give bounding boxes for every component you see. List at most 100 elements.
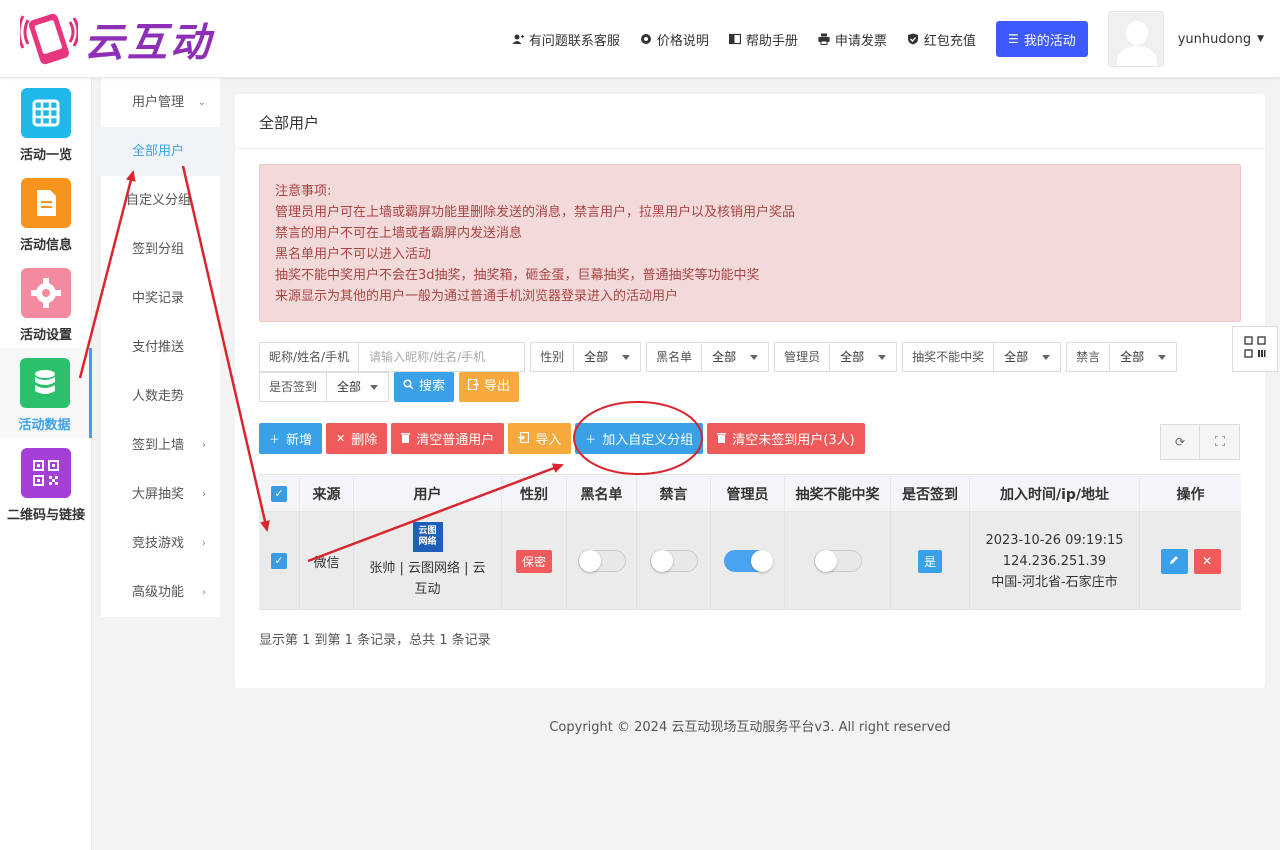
select-all-checkbox[interactable]: ✓ <box>271 485 287 502</box>
qrcode-icon <box>1244 336 1266 362</box>
submenu-advanced[interactable]: 高级功能 › <box>101 568 220 617</box>
main-card: 全部用户 注意事项: 管理员用户可在上墙或霸屏功能里删除发送的消息，禁言用户，拉… <box>235 94 1265 688</box>
delete-button-label: 删除 <box>351 433 378 448</box>
refresh-icon: ⟳ <box>1174 435 1186 449</box>
notice-line: 禁言的用户不可在上墙或者霸屏内发送消息 <box>275 226 523 241</box>
add-button[interactable]: ＋ 新增 <box>259 423 323 454</box>
admin-cell <box>711 512 785 610</box>
notice-line: 来源显示为其他的用户一般为通过普通手机浏览器登录进入的活动用户 <box>275 289 679 304</box>
help-manual-label: 帮助手册 <box>745 33 798 49</box>
admin-select[interactable]: 全部 <box>829 342 898 372</box>
user-menu[interactable]: yunhudong ▼ <box>1178 32 1264 47</box>
my-activity-button[interactable]: ☰ 我的活动 <box>995 21 1088 57</box>
col-header: 黑名单 <box>567 475 637 512</box>
row-checkbox[interactable]: ✓ <box>271 553 287 569</box>
brand-logo[interactable]: 云互动 <box>17 10 213 68</box>
submenu-label: 支付推送 <box>132 340 185 355</box>
no-prize-select[interactable]: 全部 <box>993 342 1062 372</box>
mute-filter: 禁言 全部 <box>1066 342 1178 372</box>
import-button[interactable]: 导入 <box>508 423 572 454</box>
delete-button[interactable]: ✕ 删除 <box>326 423 388 454</box>
mute-select[interactable]: 全部 <box>1109 342 1178 372</box>
user-avatar[interactable] <box>1107 11 1164 67</box>
admin-toggle[interactable] <box>723 550 773 572</box>
brand-name: 云互动 <box>84 20 213 66</box>
submenu-user-management[interactable]: 用户管理 ⌄ <box>101 78 220 127</box>
rail-item-activity-settings[interactable]: 活动设置 <box>0 258 92 348</box>
rail-item-qrcode-links[interactable]: 二维码与链接 <box>0 438 92 528</box>
refresh-button[interactable]: ⟳ <box>1160 424 1200 460</box>
search-button-label: 搜索 <box>419 379 446 394</box>
caret-down-icon <box>1042 355 1051 360</box>
gender-select[interactable]: 全部 <box>573 342 642 372</box>
no-prize-toggle[interactable] <box>813 550 862 572</box>
list-icon: ☰ <box>1007 32 1019 46</box>
select-all-cell: ✓ <box>259 475 300 512</box>
submenu-prize-records[interactable]: 中奖记录 <box>101 274 220 323</box>
clear-unsigned-users-button[interactable]: 清空未签到用户(3人) <box>707 423 865 454</box>
submenu-label: 高级功能 <box>132 585 185 600</box>
notice-line: 管理员用户可在上墙或霸屏功能里删除发送的消息，禁言用户，拉黑用户以及核销用户奖品 <box>275 205 796 220</box>
select-value: 全部 <box>1004 350 1029 364</box>
blacklist-select[interactable]: 全部 <box>701 342 770 372</box>
search-button[interactable]: 搜索 <box>394 372 455 402</box>
signed-filter: 是否签到 全部 <box>259 372 390 402</box>
export-button[interactable]: 导出 <box>459 372 520 402</box>
help-manual-link[interactable]: 帮助手册 <box>728 30 798 49</box>
clear-normal-users-button[interactable]: 清空普通用户 <box>391 423 505 454</box>
name-search-input[interactable]: 请输入昵称/姓名/手机 <box>358 342 526 372</box>
submenu-all-users[interactable]: 全部用户 <box>101 127 220 176</box>
col-header: 加入时间/ip/地址 <box>970 475 1140 512</box>
user-avatar-thumb[interactable]: 云图网络 <box>412 522 443 552</box>
clear-normal-users-label: 清空普通用户 <box>416 433 495 448</box>
invoice-link[interactable]: 申请发票 <box>818 30 887 49</box>
table-row: ✓ 微信 云图网络 张帅 | 云图网络 | 云互动 保密 是 2023-10-2… <box>259 512 1241 610</box>
submenu-user-trend[interactable]: 人数走势 <box>101 372 220 421</box>
fullscreen-button[interactable] <box>1200 424 1240 460</box>
rail-item-activity-info[interactable]: 活动信息 <box>0 168 92 258</box>
chevron-down-icon: ⌄ <box>197 97 206 108</box>
edit-button[interactable] <box>1160 548 1188 574</box>
footer-copyright: Copyright © 2024 云互动现场互动服务平台v3. All righ… <box>549 720 951 735</box>
notice-line: 注意事项: <box>275 184 332 199</box>
gear-icon <box>640 33 652 45</box>
submenu-signin-group[interactable]: 签到分组 <box>101 225 220 274</box>
submenu-label: 中奖记录 <box>132 291 185 306</box>
submenu-screen-lottery[interactable]: 大屏抽奖 › <box>101 470 220 519</box>
table-tools: ⟳ <box>1160 424 1240 460</box>
chevron-right-icon: › <box>202 587 206 598</box>
col-header: 用户 <box>354 475 502 512</box>
select-value: 全部 <box>584 350 609 364</box>
add-to-custom-group-button[interactable]: ＋ 加入自定义分组 <box>575 423 704 454</box>
blacklist-toggle[interactable] <box>577 550 626 572</box>
submenu-label: 大屏抽奖 <box>132 487 185 502</box>
mute-toggle[interactable] <box>649 550 698 572</box>
submenu-label: 自定义分组 <box>126 193 192 208</box>
redpacket-recharge-link[interactable]: 红包充值 <box>907 30 976 49</box>
submenu-signin-wall[interactable]: 签到上墙 › <box>101 421 220 470</box>
col-header: 操作 <box>1176 486 1205 503</box>
caret-down-icon <box>370 385 379 390</box>
admin-filter: 管理员 全部 <box>774 342 898 372</box>
contact-support-link[interactable]: 有问题联系客服 <box>512 30 620 49</box>
submenu-competitive-games[interactable]: 竞技游戏 › <box>101 519 220 568</box>
rail-item-activity-data[interactable]: 活动数据 <box>0 348 92 438</box>
rail-item-activity-overview[interactable]: 活动一览 <box>0 78 92 168</box>
join-info-cell: 2023-10-26 09:19:15 124.236.251.39 中国-河北… <box>970 512 1140 610</box>
gender-cell: 保密 <box>502 512 567 610</box>
filter-row: 是否签到 全部 搜索 导出 <box>259 372 1241 402</box>
submenu-custom-group[interactable]: 自定义分组 <box>101 176 220 225</box>
delete-row-button[interactable]: ✕ <box>1193 548 1221 574</box>
floating-qrcode-button[interactable] <box>1232 326 1278 372</box>
signed-cell: 是 <box>891 512 970 610</box>
signed-select[interactable]: 全部 <box>326 372 390 402</box>
pricing-link[interactable]: 价格说明 <box>640 30 709 49</box>
notice-box: 注意事项: 管理员用户可在上墙或霸屏功能里删除发送的消息，禁言用户，拉黑用户以及… <box>259 164 1241 322</box>
rail-label: 活动一览 <box>19 148 72 163</box>
chevron-right-icon: › <box>202 440 206 451</box>
add-button-label: 新增 <box>286 433 313 448</box>
blacklist-filter: 黑名单 全部 <box>646 342 770 372</box>
submenu-payment-push[interactable]: 支付推送 <box>101 323 220 372</box>
no-prize-filter: 抽奖不能中奖 全部 <box>902 342 1062 372</box>
header-nav: 有问题联系客服 价格说明 帮助手册 申请发票 红包充值 ☰ 我的活动 yunhu… <box>512 0 1280 78</box>
